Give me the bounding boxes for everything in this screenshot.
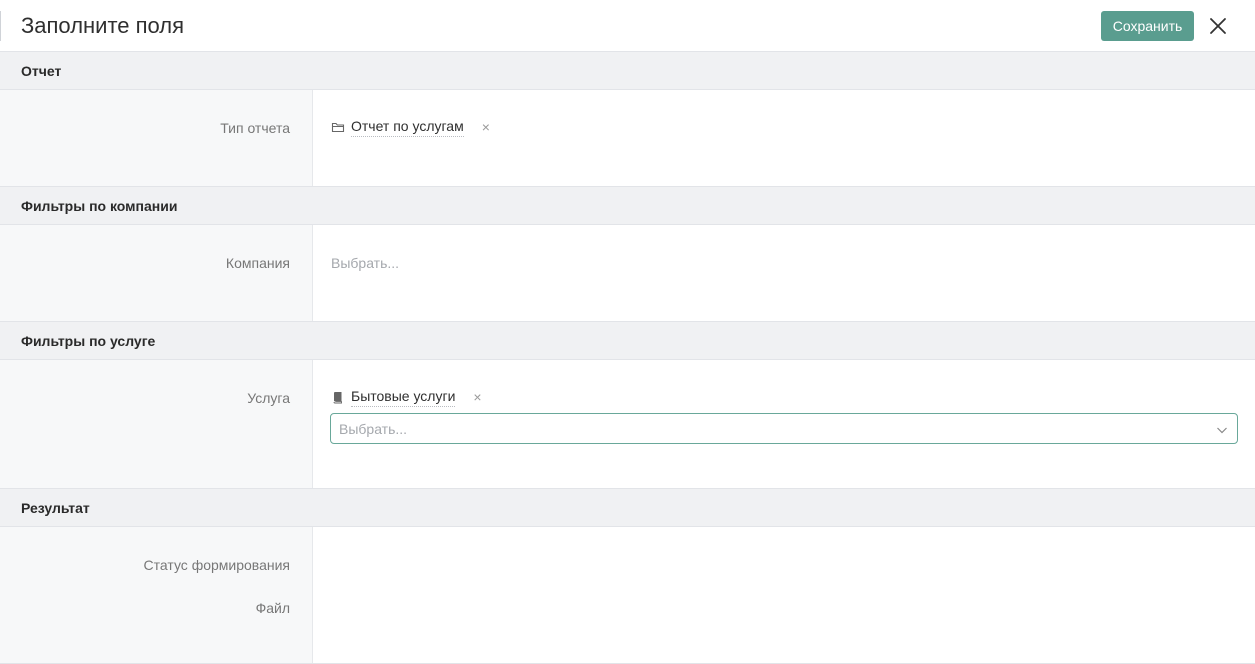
report-type-chip[interactable]: Отчет по услугам × xyxy=(331,115,490,139)
section-body-report: Тип отчета Отчет по услугам × xyxy=(0,90,1255,187)
header-edge-divider xyxy=(0,11,1,41)
report-type-value[interactable]: Отчет по услугам xyxy=(351,118,464,137)
service-select-placeholder: Выбрать... xyxy=(339,421,408,437)
dialog-header: Заполните поля Сохранить xyxy=(0,0,1255,52)
section-body-result: Статус формирования Файл xyxy=(0,527,1255,664)
section-title-service: Фильтры по услуге xyxy=(21,333,156,349)
section-header-company: Фильтры по компании xyxy=(0,187,1255,225)
service-select[interactable]: Выбрать... xyxy=(330,413,1238,444)
service-value[interactable]: Бытовые услуги xyxy=(351,388,456,407)
label-column: Услуга xyxy=(0,360,313,488)
service-label: Услуга xyxy=(247,390,290,406)
section-body-company: Компания Выбрать... xyxy=(0,225,1255,322)
section-title-report: Отчет xyxy=(21,63,62,79)
service-remove-icon[interactable]: × xyxy=(473,389,481,405)
status-label: Статус формирования xyxy=(143,557,290,573)
section-title-result: Результат xyxy=(21,500,90,516)
section-header-service: Фильтры по услуге xyxy=(0,322,1255,360)
file-label: Файл xyxy=(255,600,290,616)
report-type-remove-icon[interactable]: × xyxy=(482,119,490,135)
section-title-company: Фильтры по компании xyxy=(21,198,178,214)
close-icon[interactable] xyxy=(1206,14,1230,38)
report-type-label: Тип отчета xyxy=(220,120,290,136)
label-column: Тип отчета xyxy=(0,90,313,186)
service-chip[interactable]: Бытовые услуги × xyxy=(331,385,482,409)
section-header-report: Отчет xyxy=(0,52,1255,90)
label-column: Компания xyxy=(0,225,313,321)
company-label: Компания xyxy=(225,255,290,271)
dialog-title: Заполните поля xyxy=(21,13,185,38)
chevron-down-icon[interactable] xyxy=(1216,423,1228,435)
company-select-placeholder[interactable]: Выбрать... xyxy=(331,255,399,271)
book-icon xyxy=(331,390,345,404)
section-header-result: Результат xyxy=(0,489,1255,527)
folder-icon xyxy=(331,120,345,134)
section-body-service: Услуга Бытовые услуги × Выбрать... xyxy=(0,360,1255,489)
save-button[interactable]: Сохранить xyxy=(1101,11,1194,41)
label-column: Статус формирования Файл xyxy=(0,527,313,663)
